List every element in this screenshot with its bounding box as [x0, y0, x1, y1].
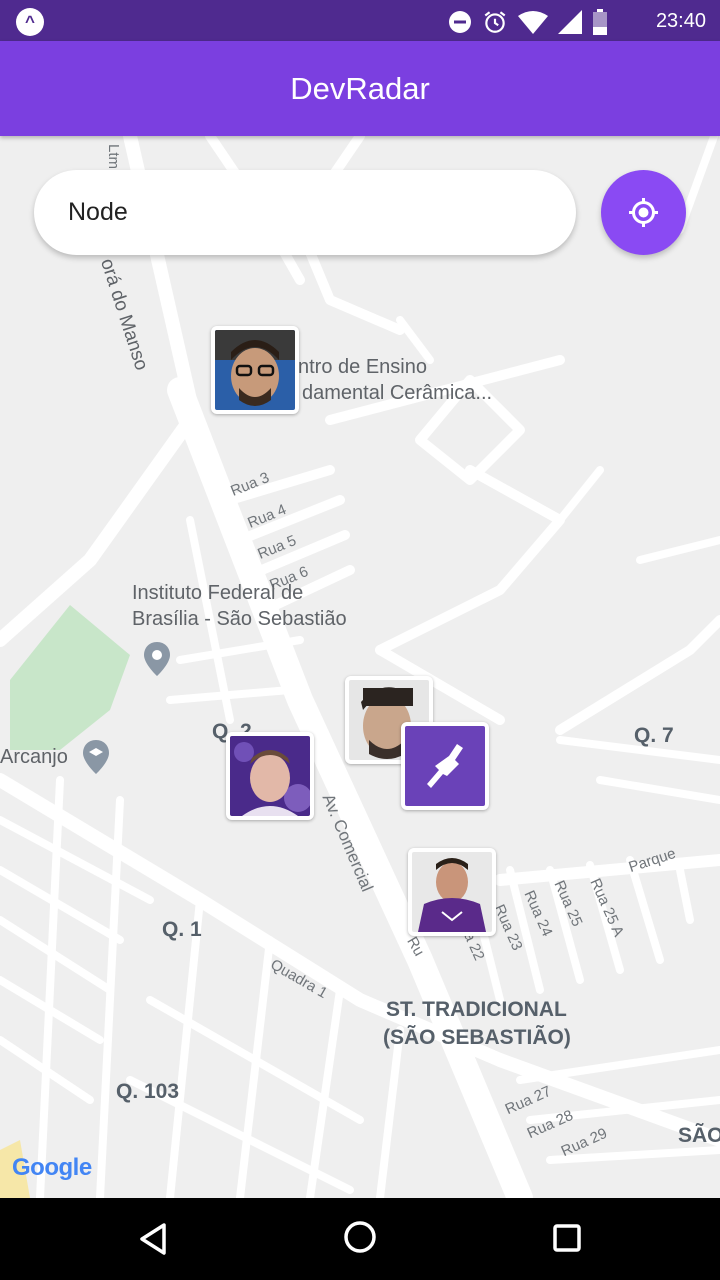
wifi-icon — [518, 11, 548, 34]
app-bar: DevRadar — [0, 41, 720, 136]
search-bar — [34, 170, 576, 255]
status-bar: ^ 23:40 — [0, 0, 720, 41]
map-view[interactable]: Ltm orá do Manso ntro de Ensino damental… — [0, 136, 720, 1198]
locate-button[interactable] — [601, 170, 686, 255]
map-label: ntro de Ensino — [298, 356, 427, 378]
app-notification-icon: ^ — [16, 8, 44, 36]
dev-marker[interactable] — [408, 848, 496, 936]
dev-marker[interactable] — [226, 732, 314, 820]
map-label: Q. 1 — [162, 918, 202, 941]
map-label: Q. 103 — [116, 1080, 180, 1103]
map-label: SÃO — [678, 1124, 720, 1147]
dev-marker[interactable] — [211, 326, 299, 414]
dev-marker[interactable] — [401, 722, 489, 810]
map-label: (SÃO SEBASTIÃO) — [383, 1026, 571, 1049]
map-label: damental Cerâmica... — [302, 382, 493, 404]
app-title: DevRadar — [290, 71, 430, 106]
battery-icon — [593, 9, 607, 35]
status-icons — [448, 9, 608, 35]
avatar — [405, 726, 485, 806]
map-label: ST. TRADICIONAL — [386, 998, 567, 1021]
map-label: Brasília - São Sebastião — [132, 608, 347, 630]
back-icon[interactable] — [134, 1219, 174, 1259]
clock: 23:40 — [655, 10, 706, 32]
signal-icon — [558, 10, 582, 34]
avatar — [215, 330, 295, 410]
do-not-disturb-icon — [449, 11, 471, 33]
google-logo: Google — [12, 1154, 92, 1181]
map-label: Arcanjo — [0, 746, 68, 768]
map-label: Ltm — [105, 144, 122, 170]
school-pin-icon — [83, 740, 109, 774]
search-input[interactable] — [68, 192, 538, 232]
map-label: Instituto Federal de — [132, 582, 304, 604]
alarm-icon — [484, 11, 506, 33]
avatar — [412, 852, 492, 932]
crosshair-icon — [629, 198, 658, 227]
location-pin-icon — [144, 642, 170, 676]
recents-icon[interactable] — [547, 1219, 587, 1259]
navigation-bar — [0, 1198, 720, 1280]
home-icon[interactable] — [340, 1217, 380, 1257]
avatar — [230, 736, 310, 816]
map-label: Q. 7 — [634, 724, 674, 747]
